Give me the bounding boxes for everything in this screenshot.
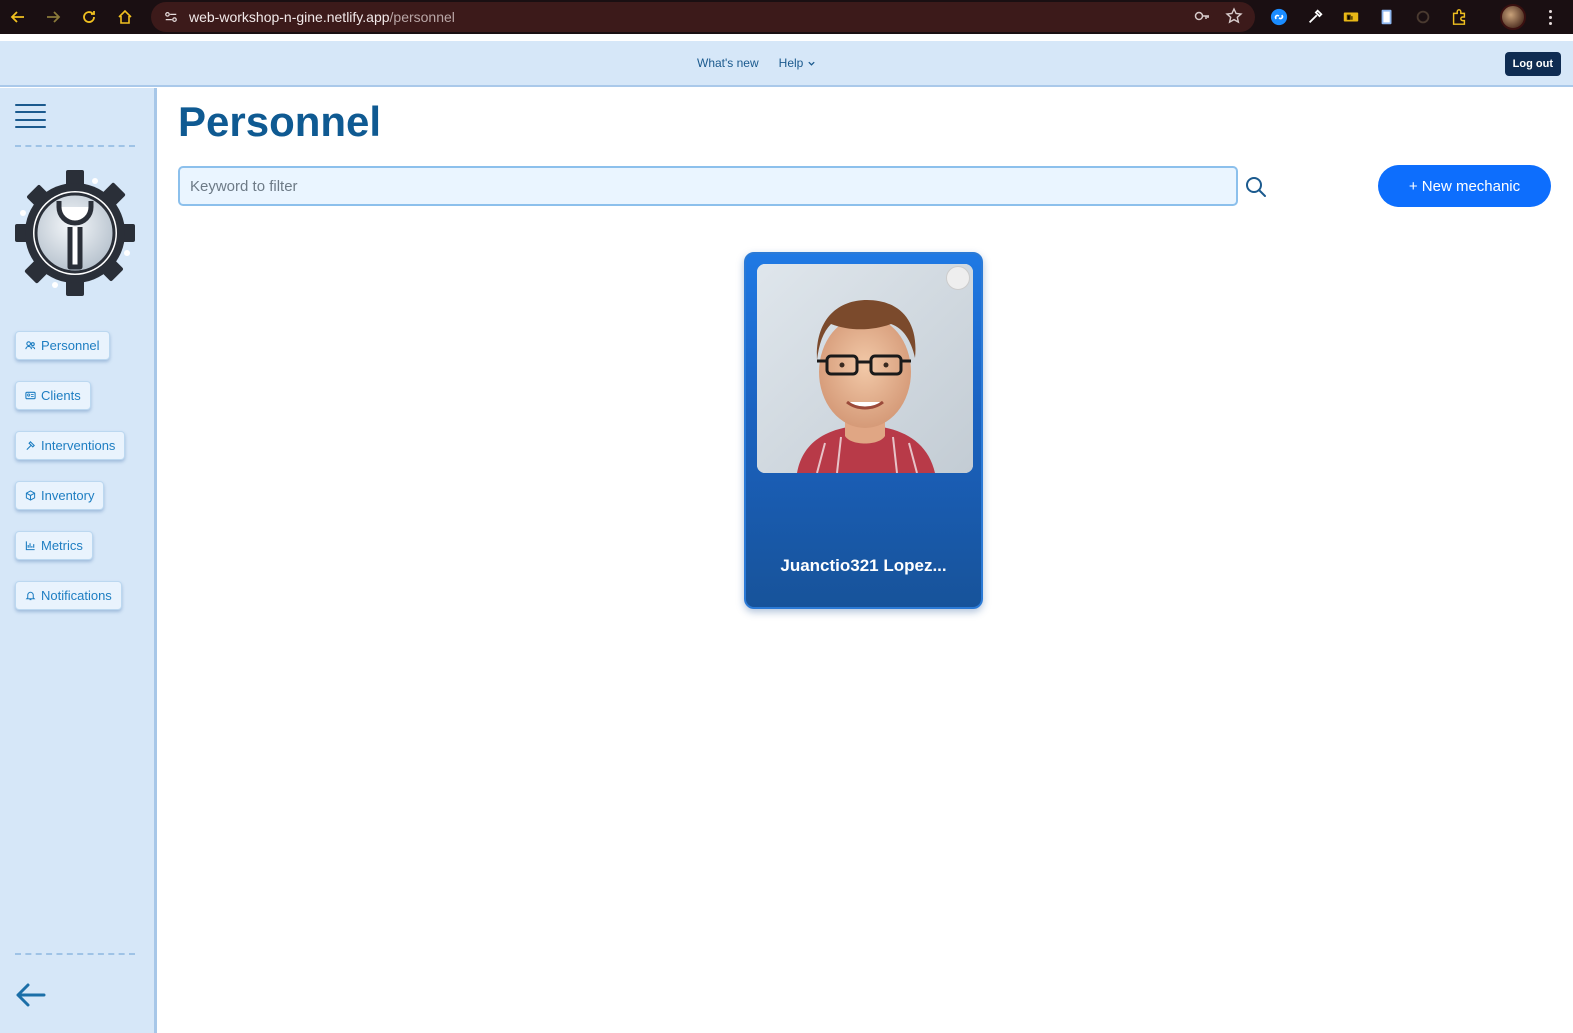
search-icon[interactable] (1244, 175, 1268, 199)
chevron-down-icon (808, 61, 815, 66)
browser-menu-icon[interactable] (1540, 6, 1560, 28)
reload-button[interactable] (71, 0, 107, 34)
shazam-extension-icon[interactable] (1268, 6, 1290, 28)
menu-toggle-icon[interactable] (15, 104, 46, 128)
users-icon (25, 341, 36, 350)
logout-button[interactable]: Log out (1504, 52, 1561, 76)
eyedropper-extension-icon[interactable] (1304, 6, 1326, 28)
key-icon[interactable] (1193, 7, 1211, 25)
page-title: Personnel (178, 98, 382, 145)
card-select-checkbox[interactable] (946, 266, 970, 290)
sidebar-item-label: Notifications (41, 588, 112, 603)
reload-icon (83, 11, 95, 23)
sidebar-item-label: Personnel (41, 338, 100, 353)
forward-button[interactable] (35, 0, 71, 34)
mechanic-photo (757, 264, 973, 473)
help-label: Help (778, 56, 804, 70)
arrow-right-icon (47, 11, 61, 23)
whats-new-link[interactable]: What's new (697, 56, 759, 70)
mechanic-name: Juanctio321 Lopez... (780, 556, 947, 575)
app-logo (15, 170, 135, 296)
help-dropdown[interactable]: Help (779, 56, 817, 70)
sidebar-item-label: Metrics (41, 538, 83, 553)
sidebar-item-label: Interventions (41, 438, 116, 453)
bell-icon (25, 591, 36, 601)
arrow-left-icon (10, 11, 24, 23)
hammer-icon (26, 441, 35, 451)
sidebar: Personnel Clients Interventions Inventor… (0, 88, 157, 1033)
sidebar-item-label: Inventory (41, 488, 95, 503)
puzzle-extensions-icon[interactable] (1448, 6, 1470, 28)
sidebar-item-interventions[interactable]: Interventions (15, 431, 126, 460)
sidebar-item-inventory[interactable]: Inventory (15, 481, 105, 510)
document-extension-icon[interactable] (1376, 6, 1398, 28)
app-topbar: What's new Help Log out (0, 41, 1573, 87)
bar-chart-icon (25, 541, 35, 551)
yellow-extension-icon[interactable] (1340, 6, 1362, 28)
browser-toolbar: web-workshop-n-gine.netlify.app/personne… (0, 0, 1573, 34)
site-settings-icon[interactable] (161, 7, 181, 27)
url-host: web-workshop-n-gine.netlify.app (189, 9, 390, 25)
star-icon[interactable] (1225, 7, 1243, 25)
id-card-icon (25, 391, 36, 400)
sidebar-nav: Personnel Clients Interventions Inventor… (15, 331, 126, 610)
mechanic-card[interactable]: Juanctio321 Lopez... (744, 252, 983, 609)
sidebar-item-clients[interactable]: Clients (15, 381, 91, 410)
sidebar-divider-top (15, 145, 135, 147)
sidebar-divider-bottom (15, 953, 135, 955)
home-button[interactable] (107, 0, 143, 34)
profile-avatar[interactable] (1500, 4, 1526, 30)
url-path: /personnel (389, 9, 455, 25)
address-bar[interactable]: web-workshop-n-gine.netlify.app/personne… (151, 2, 1255, 32)
sidebar-item-notifications[interactable]: Notifications (15, 581, 122, 610)
new-mechanic-button[interactable]: + New mechanic (1378, 165, 1551, 207)
sidebar-item-personnel[interactable]: Personnel (15, 331, 110, 360)
box-icon (25, 490, 36, 501)
sidebar-item-metrics[interactable]: Metrics (15, 531, 93, 560)
home-icon (118, 9, 132, 24)
back-button[interactable] (0, 0, 36, 34)
collapse-arrow-icon[interactable] (13, 978, 47, 1012)
dark-extension-icon[interactable] (1412, 6, 1434, 28)
search-input[interactable] (178, 166, 1238, 206)
sidebar-item-label: Clients (41, 388, 81, 403)
